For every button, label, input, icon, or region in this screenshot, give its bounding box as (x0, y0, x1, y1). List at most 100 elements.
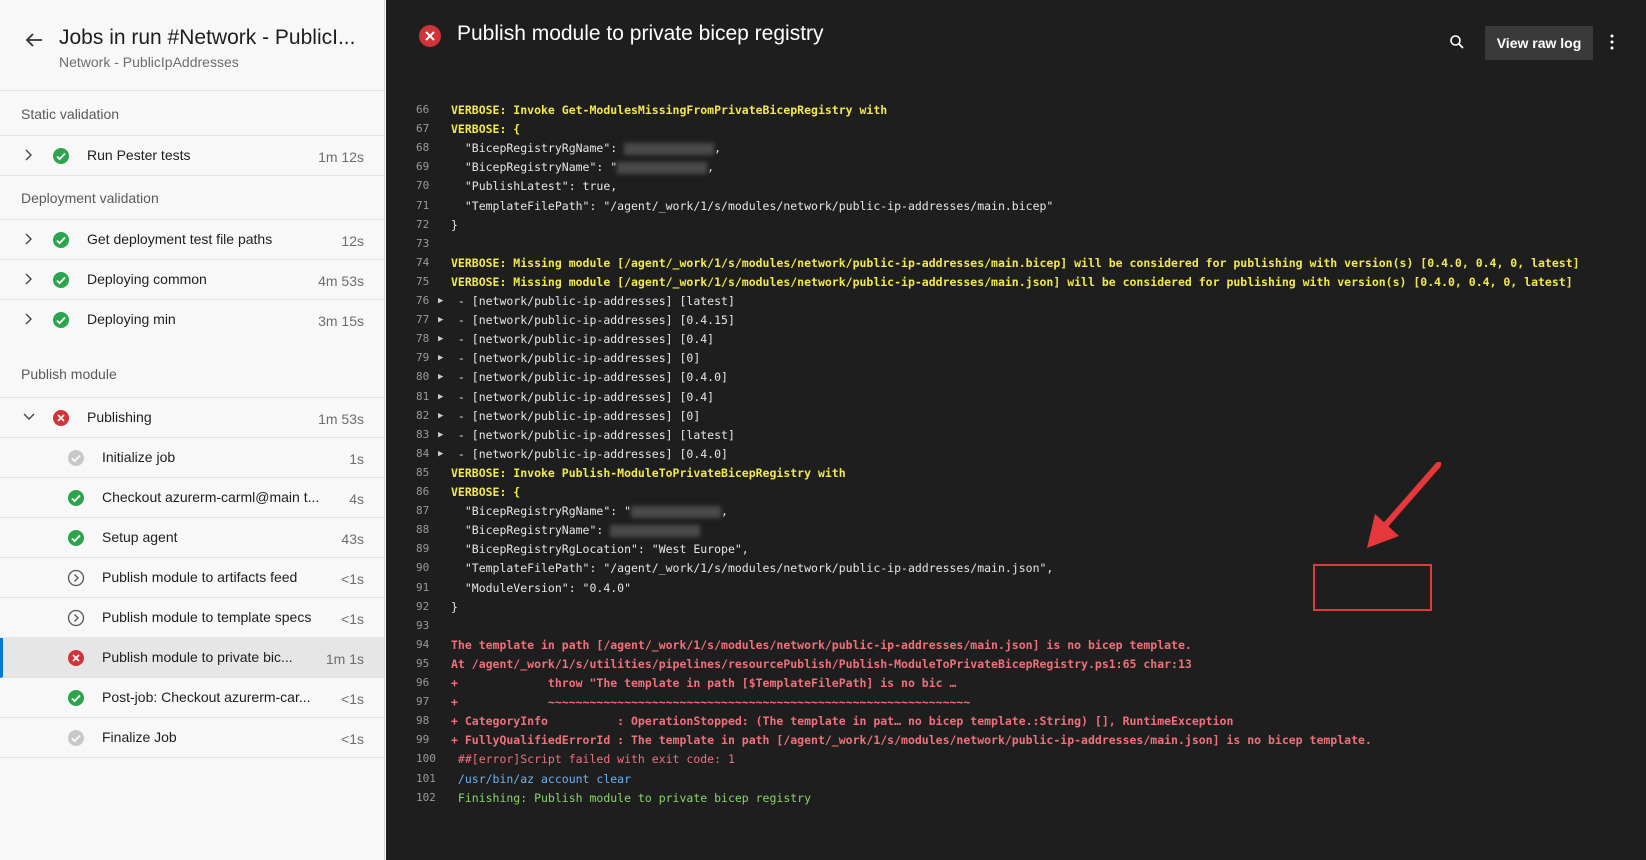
step-row-finalize-job[interactable]: Finalize Job <1s (0, 718, 384, 758)
log-line: 83 ▶ - [network/public-ip-addresses] [lat… (386, 425, 1646, 445)
job-row-get-deployment-test-file-paths[interactable]: Get deployment test file paths 12s (0, 220, 384, 260)
step-name: Checkout azurerm-carml@main t... (102, 489, 320, 505)
log-text: "TemplateFilePath": "/agent/_work/1/s/mo… (451, 198, 1054, 213)
step-duration: <1s (341, 731, 364, 747)
success-icon (53, 232, 69, 248)
log-text: - [network/public-ip-addresses] [latest] (451, 427, 735, 442)
completed-icon (68, 450, 84, 466)
line-number: 96 (416, 676, 430, 689)
job-row-deploying-common[interactable]: Deploying common 4m 53s (0, 260, 384, 300)
chevron-down-icon[interactable] (22, 410, 36, 424)
log-line: 75 VERBOSE: Missing module [/agent/_work/… (386, 272, 1646, 292)
expand-triangle-icon[interactable]: ▶ (438, 291, 443, 311)
job-row-run-pester-tests[interactable]: Run Pester tests 1m 12s (0, 136, 384, 176)
more-options-icon[interactable] (1610, 34, 1614, 50)
job-duration: 3m 15s (318, 313, 364, 329)
line-number: 91 (416, 580, 430, 594)
expand-triangle-icon[interactable]: ▶ (438, 367, 443, 387)
log-line: 78 ▶ - [network/public-ip-addresses] [0.4… (386, 329, 1646, 349)
jobs-panel: Jobs in run #Network - PublicI... Networ… (0, 0, 385, 860)
back-arrow-icon[interactable] (22, 28, 46, 52)
log-text: } (451, 217, 458, 232)
log-line: 70 "PublishLatest": true, (386, 176, 1646, 196)
job-name: Run Pester tests (87, 147, 191, 163)
line-number: 66 (416, 103, 430, 116)
step-row-publish-artifacts-feed[interactable]: Publish module to artifacts feed <1s (0, 558, 384, 598)
log-line: 89 "BicepRegistryRgLocation": "West Euro… (386, 539, 1646, 559)
log-line: 97 + ~~~~~~~~~~~~~~~~~~~~~~~~~~~~~~~~~~~~… (386, 692, 1646, 712)
log-line: 88 "BicepRegistryName": (386, 520, 1646, 540)
line-number: 99 (416, 733, 430, 747)
log-title: Publish module to private bicep registry (457, 22, 824, 45)
step-duration: <1s (341, 571, 364, 587)
expand-triangle-icon[interactable]: ▶ (438, 387, 443, 407)
expand-triangle-icon[interactable]: ▶ (438, 348, 443, 368)
log-text: - [network/public-ip-addresses] [latest] (451, 294, 735, 308)
log-line: 96 + throw "The template in path [$Templa… (386, 673, 1646, 693)
line-number: 71 (416, 198, 430, 212)
line-number: 69 (416, 160, 430, 174)
failed-icon (419, 25, 441, 47)
step-row-publish-template-specs[interactable]: Publish module to template specs <1s (0, 598, 384, 638)
expand-triangle-icon[interactable]: ▶ (438, 329, 443, 349)
log-text: - [network/public-ip-addresses] [0.4.0] (451, 446, 728, 461)
failed-icon (68, 650, 84, 666)
log-line: 100 ##[error]Script failed with exit cod… (386, 749, 1646, 769)
line-number: 85 (416, 465, 430, 479)
line-number: 102 (416, 790, 436, 804)
chevron-right-icon[interactable] (22, 232, 36, 246)
log-text: + ~~~~~~~~~~~~~~~~~~~~~~~~~~~~~~~~~~~~~~… (451, 695, 971, 710)
job-duration: 1m 12s (318, 149, 364, 165)
log-text: - [network/public-ip-addresses] [0] (451, 408, 701, 423)
job-name: Deploying min (87, 311, 176, 327)
line-number: 90 (416, 561, 430, 575)
log-line: 69 "BicepRegistryName": ", (386, 157, 1646, 177)
log-line: 98 + CategoryInfo : OperationStopped: (Th… (386, 711, 1646, 731)
log-text: VERBOSE: { (451, 485, 521, 499)
step-duration: <1s (341, 611, 364, 627)
expand-triangle-icon[interactable]: ▶ (438, 310, 443, 330)
step-name: Initialize job (102, 449, 176, 465)
log-text: The template in path [/agent/_work/1/s/m… (451, 637, 1192, 652)
expand-triangle-icon[interactable]: ▶ (438, 406, 443, 426)
log-text: VERBOSE: { (451, 122, 521, 137)
log-line: 68 "BicepRegistryRgName": , (386, 138, 1646, 158)
log-line: 82 ▶ - [network/public-ip-addresses] [0] (386, 406, 1646, 426)
job-row-publishing[interactable]: Publishing 1m 53s (0, 398, 384, 438)
step-name: Setup agent (102, 529, 178, 545)
search-icon[interactable] (1449, 34, 1465, 50)
log-text: "BicepRegistryRgName": , (451, 141, 722, 156)
log-line: 87 "BicepRegistryRgName": ", (386, 501, 1646, 521)
log-line: 84 ▶ - [network/public-ip-addresses] [0.4… (386, 444, 1646, 464)
chevron-right-icon[interactable] (22, 272, 36, 286)
job-duration: 12s (341, 233, 364, 249)
step-row-initialize-job[interactable]: Initialize job 1s (0, 438, 384, 478)
step-row-checkout[interactable]: Checkout azurerm-carml@main t... 4s (0, 478, 384, 518)
log-line: 74 VERBOSE: Missing module [/agent/_work/… (386, 253, 1646, 273)
job-row-deploying-min[interactable]: Deploying min 3m 15s (0, 300, 384, 340)
expand-triangle-icon[interactable]: ▶ (438, 425, 443, 445)
log-line: 90 "TemplateFilePath": "/agent/_work/1/s… (386, 558, 1646, 578)
log-text: "TemplateFilePath": "/agent/_work/1/s/mo… (451, 561, 1054, 576)
chevron-right-icon[interactable] (22, 148, 36, 162)
redacted-value (610, 524, 701, 537)
log-line: 101 /usr/bin/az account clear (386, 769, 1646, 789)
line-number: 98 (416, 714, 430, 728)
line-number: 74 (416, 255, 430, 269)
log-line: 86 VERBOSE: { (386, 482, 1646, 502)
failed-icon (53, 410, 69, 426)
chevron-right-icon[interactable] (22, 312, 36, 326)
step-row-setup-agent[interactable]: Setup agent 43s (0, 518, 384, 558)
page-subtitle: Network - PublicIpAddresses (59, 54, 239, 70)
view-raw-log-button[interactable]: View raw log (1485, 26, 1593, 60)
line-number: 92 (416, 599, 430, 613)
log-text: VERBOSE: Missing module [/agent/_work/1/… (451, 274, 1573, 289)
expand-triangle-icon[interactable]: ▶ (438, 444, 443, 464)
step-duration: <1s (341, 691, 364, 707)
line-number: 73 (416, 236, 430, 250)
step-row-publish-private-bicep-registry[interactable]: Publish module to private bic... 1m 1s (0, 638, 384, 678)
success-icon (68, 530, 84, 546)
line-number: 93 (416, 618, 430, 632)
step-row-post-job-checkout[interactable]: Post-job: Checkout azurerm-car... <1s (0, 678, 384, 718)
log-text: At /agent/_work/1/s/utilities/pipelines/… (451, 656, 1192, 671)
